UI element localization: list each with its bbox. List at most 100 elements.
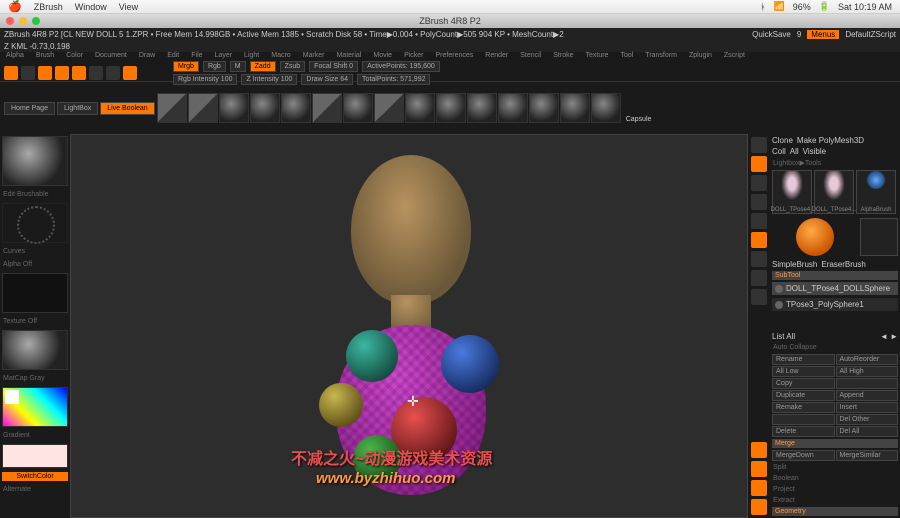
brush-thumb[interactable] [250, 93, 280, 123]
coll-button[interactable]: Coll [772, 147, 786, 156]
rotate-icon[interactable] [751, 499, 767, 515]
remake-button[interactable]: Remake [772, 402, 835, 413]
focal-shift[interactable]: Focal Shift 0 [309, 61, 358, 72]
zoom-icon[interactable] [751, 194, 767, 210]
visibility-icon[interactable] [775, 301, 783, 309]
texture-label[interactable]: Texture Off [2, 317, 68, 326]
color-picker[interactable] [2, 387, 68, 427]
material-slot[interactable] [2, 330, 68, 370]
toolbar-btn-2[interactable] [38, 66, 52, 80]
viewport[interactable]: ✛ 不减之火~动漫游戏美术资源 www.byzhihuo.com [70, 134, 748, 518]
m-toggle[interactable]: M [230, 61, 246, 72]
toolbar-btn[interactable] [21, 66, 35, 80]
merge-similar-button[interactable]: MergeSimilar [836, 450, 899, 461]
menu-transform[interactable]: Transform [643, 52, 679, 64]
menu-stroke[interactable]: Stroke [551, 52, 575, 64]
brush-thumb[interactable] [281, 93, 311, 123]
switch-color-btn[interactable]: SwitchColor [2, 472, 68, 481]
all-low-button[interactable]: All Low [772, 366, 835, 377]
toolbar-btn-4[interactable] [72, 66, 86, 80]
alpha-slot[interactable] [2, 273, 68, 313]
visibility-icon[interactable] [775, 285, 783, 293]
subtool-header[interactable]: SubTool [772, 271, 898, 280]
divider-icon[interactable] [751, 137, 767, 153]
toolbar-btn-7[interactable] [123, 66, 137, 80]
brush-thumb[interactable] [591, 93, 621, 123]
quicksave-button[interactable]: QuickSave [752, 30, 791, 39]
del-other-button[interactable]: Del Other [836, 414, 899, 425]
menu-color[interactable]: Color [64, 52, 85, 64]
mrgb-toggle[interactable]: Mrgb [173, 61, 199, 72]
zsub-toggle[interactable]: Zsub [280, 61, 306, 72]
tool-thumb-2[interactable]: DOLL_TPose4... [814, 170, 854, 214]
menu-zplugin[interactable]: Zplugin [687, 52, 714, 64]
menu-texture[interactable]: Texture [583, 52, 610, 64]
apple-icon[interactable]: 🍎 [8, 0, 22, 13]
auto-collapse[interactable]: Auto Collapse [772, 343, 898, 352]
split-header[interactable]: Split [772, 463, 898, 472]
eraser-brush-icon[interactable] [860, 218, 898, 256]
brush-thumb[interactable] [405, 93, 435, 123]
delete-button[interactable]: Delete [772, 426, 835, 437]
bpr-button[interactable] [751, 156, 767, 172]
floor-icon[interactable] [751, 270, 767, 286]
frame-icon[interactable] [751, 442, 767, 458]
projection-master-icon[interactable] [4, 66, 18, 80]
merge-header[interactable]: Merge [772, 439, 898, 448]
rename-button[interactable]: Rename [772, 354, 835, 365]
tool-thumb-1[interactable]: DOLL_TPose4_ [772, 170, 812, 214]
copy-button[interactable]: Copy [772, 378, 835, 389]
all-button[interactable]: All [790, 147, 799, 156]
simple-brush-icon[interactable] [796, 218, 834, 256]
brush-thumb[interactable] [498, 93, 528, 123]
del-all-button[interactable]: Del All [836, 426, 899, 437]
scale-icon[interactable] [751, 480, 767, 496]
rgb-toggle[interactable]: Rgb [203, 61, 226, 72]
menu-document[interactable]: Document [93, 52, 129, 64]
visible-button[interactable]: Visible [803, 147, 826, 156]
actual-icon[interactable] [751, 213, 767, 229]
zoom-icon[interactable] [32, 17, 40, 25]
menu-view[interactable]: View [119, 2, 138, 12]
subtool-item[interactable]: TPose3_PolySphere1 [772, 298, 898, 312]
clone-button[interactable]: Clone [772, 136, 793, 145]
rgb-intensity[interactable]: Rgb Intensity 100 [173, 74, 237, 85]
menu-draw[interactable]: Draw [137, 52, 157, 64]
extract-header[interactable]: Extract [772, 496, 898, 505]
alternate-btn[interactable]: Alternate [2, 485, 68, 494]
duplicate-button[interactable]: Duplicate [772, 390, 835, 401]
toolbar-btn-6[interactable] [106, 66, 120, 80]
append-button[interactable]: Append [836, 390, 899, 401]
brush-thumb[interactable] [374, 93, 404, 123]
zadd-toggle[interactable]: Zadd [250, 61, 276, 72]
tab-live-boolean[interactable]: Live Boolean [100, 102, 154, 115]
minimize-icon[interactable] [19, 17, 27, 25]
local-icon[interactable] [751, 289, 767, 305]
menu-tool[interactable]: Tool [618, 52, 635, 64]
tool-thumb-3[interactable]: AlphaBrush [856, 170, 896, 214]
autoreorder-button[interactable]: AutoReorder [836, 354, 899, 365]
app-name[interactable]: ZBrush [34, 2, 63, 12]
bluetooth-icon[interactable]: ᚼ [760, 2, 765, 12]
merge-down-button[interactable]: MergeDown [772, 450, 835, 461]
brush-thumb[interactable] [157, 93, 187, 123]
draw-size[interactable]: Draw Size 64 [301, 74, 353, 85]
brush-thumb[interactable] [529, 93, 559, 123]
brush-thumb[interactable] [312, 93, 342, 123]
alpha-label[interactable]: Alpha Off [2, 260, 68, 269]
lightbox-tools-label[interactable]: Lightbox▶Tools [772, 158, 898, 168]
brush-thumb[interactable] [436, 93, 466, 123]
make-polymesh-button[interactable]: Make PolyMesh3D [797, 136, 864, 145]
menu-stencil[interactable]: Stencil [518, 52, 543, 64]
menu-brush[interactable]: Brush [34, 52, 56, 64]
paste-button[interactable] [836, 378, 899, 389]
menu-alpha[interactable]: Alpha [4, 52, 26, 64]
brush-thumb[interactable] [219, 93, 249, 123]
brush-thumb[interactable] [188, 93, 218, 123]
insert-button[interactable]: Insert [836, 402, 899, 413]
menu-zscript[interactable]: Zscript [722, 52, 747, 64]
toolbar-btn-5[interactable] [89, 66, 103, 80]
project-name[interactable]: DefaultZScript [845, 30, 896, 39]
color-swatch[interactable] [2, 444, 68, 468]
z-intensity[interactable]: Z Intensity 100 [241, 74, 297, 85]
